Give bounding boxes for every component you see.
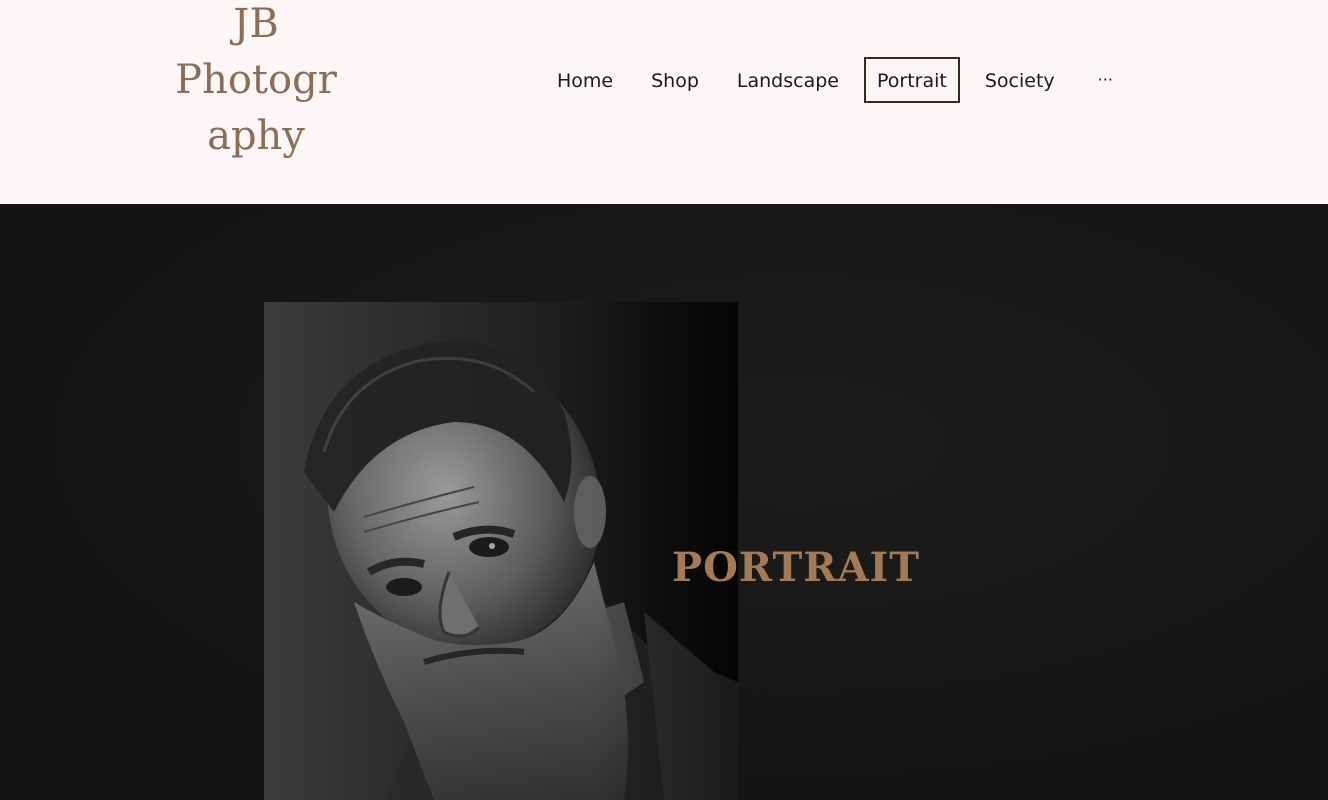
more-menu-icon[interactable]: ··· [1098, 58, 1113, 102]
logo-line-1: JB [233, 1, 279, 47]
nav-item-landscape[interactable]: Landscape [724, 57, 852, 103]
page-title: PORTRAIT [672, 544, 920, 591]
site-header: JB Photogr aphy Home Shop Landscape Port… [0, 0, 1328, 204]
nav-item-shop[interactable]: Shop [638, 57, 712, 103]
main-nav: Home Shop Landscape Portrait Society ··· [544, 57, 1113, 103]
nav-item-portrait[interactable]: Portrait [863, 57, 960, 103]
site-logo[interactable]: JB Photogr aphy [170, 0, 342, 164]
portrait-illustration [264, 302, 738, 800]
logo-line-3: aphy [207, 113, 305, 159]
logo-line-2: Photogr [175, 57, 337, 103]
portrait-photo [264, 302, 738, 800]
nav-item-home[interactable]: Home [544, 57, 626, 103]
nav-item-society[interactable]: Society [972, 57, 1068, 103]
